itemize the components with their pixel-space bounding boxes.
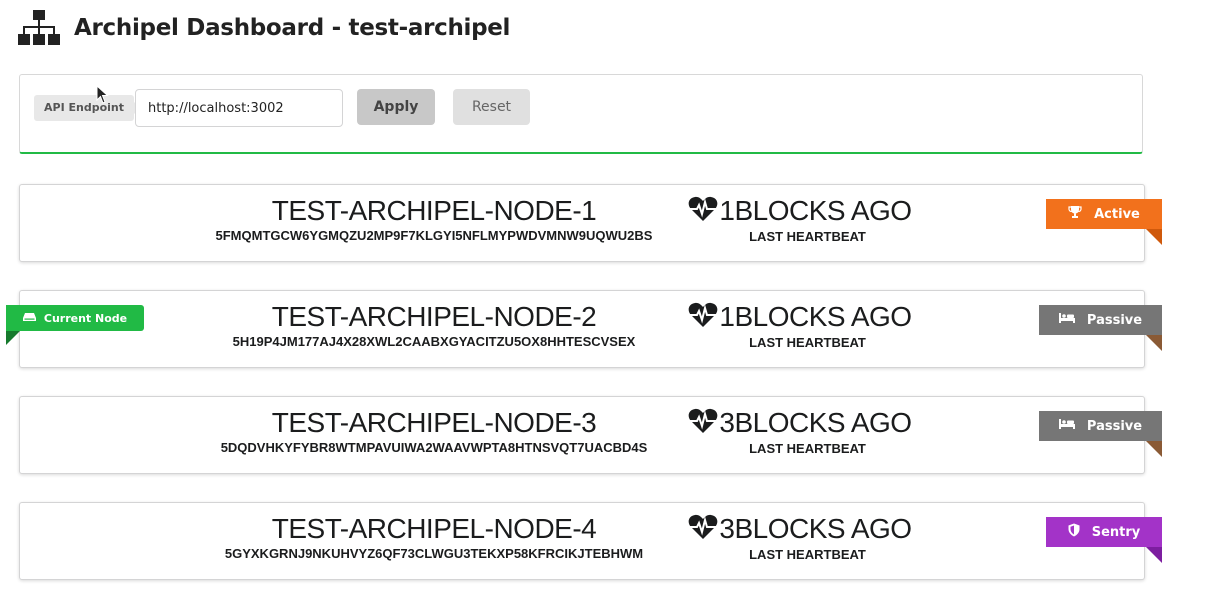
trophy-icon bbox=[1068, 205, 1082, 223]
node-key: 5DQDVHKYFYBR8WTMPAVUIWA2WAAVWPTA8HTNSVQT… bbox=[220, 440, 648, 455]
node-card: TEST-ARCHIPEL-NODE-1 5FMQMTGCW6YGMQZU2MP… bbox=[19, 184, 1162, 262]
heartbeat-icon bbox=[688, 196, 718, 226]
node-card: TEST-ARCHIPEL-NODE-4 5GYXKGRNJ9NKUHVYZ6Q… bbox=[19, 502, 1162, 580]
status-label: Passive bbox=[1086, 312, 1143, 328]
heartbeat: 1BLOCKS AGO bbox=[685, 195, 915, 227]
status-label: Active bbox=[1094, 206, 1140, 222]
heartbeat-value: 3BLOCKS AGO bbox=[719, 407, 912, 438]
reset-button[interactable]: Reset bbox=[453, 89, 530, 125]
heartbeat-label: LAST HEARTBEAT bbox=[749, 441, 866, 456]
status-badge: Passive bbox=[1039, 411, 1162, 457]
node-name: TEST-ARCHIPEL-NODE-1 bbox=[271, 195, 597, 226]
status-label: Passive bbox=[1086, 418, 1143, 434]
shield-icon bbox=[1068, 523, 1080, 541]
heartbeat: 1BLOCKS AGO bbox=[685, 301, 915, 333]
bed-icon bbox=[1058, 418, 1075, 434]
node-name: TEST-ARCHIPEL-NODE-2 bbox=[271, 301, 597, 332]
page-header: Archipel Dashboard - test-archipel bbox=[18, 8, 510, 48]
apply-button[interactable]: Apply bbox=[357, 89, 435, 125]
node-name: TEST-ARCHIPEL-NODE-4 bbox=[271, 513, 597, 544]
heartbeat: 3BLOCKS AGO bbox=[685, 407, 915, 439]
heartbeat: 3BLOCKS AGO bbox=[685, 513, 915, 545]
current-node-label: Current Node bbox=[43, 311, 128, 325]
status-badge: Active bbox=[1046, 199, 1162, 245]
node-name: TEST-ARCHIPEL-NODE-3 bbox=[271, 407, 597, 438]
heartbeat-label: LAST HEARTBEAT bbox=[749, 335, 866, 350]
api-endpoint-panel: API Endpoint Apply Reset bbox=[19, 74, 1143, 154]
api-endpoint-input[interactable] bbox=[135, 89, 343, 127]
status-badge: Sentry bbox=[1046, 517, 1162, 563]
node-card: TEST-ARCHIPEL-NODE-3 5DQDVHKYFYBR8WTMPAV… bbox=[19, 396, 1162, 474]
mouse-cursor-icon bbox=[96, 84, 110, 109]
bed-icon bbox=[1058, 312, 1075, 328]
heartbeat-value: 3BLOCKS AGO bbox=[719, 513, 912, 544]
heartbeat-icon bbox=[688, 408, 718, 438]
heartbeat-value: 1BLOCKS AGO bbox=[719, 301, 912, 332]
server-icon bbox=[22, 312, 36, 325]
heartbeat-value: 1BLOCKS AGO bbox=[719, 195, 912, 226]
current-node-badge: Current Node bbox=[6, 305, 144, 331]
heartbeat-icon bbox=[688, 302, 718, 332]
status-badge: Passive bbox=[1039, 305, 1162, 351]
node-key: 5FMQMTGCW6YGMQZU2MP9F7KLGYI5NFLMYPWDVMNW… bbox=[215, 228, 653, 243]
sitemap-icon bbox=[18, 8, 64, 48]
status-label: Sentry bbox=[1091, 524, 1141, 540]
api-endpoint-label: API Endpoint bbox=[34, 95, 141, 121]
node-key: 5GYXKGRNJ9NKUHVYZ6QF73CLWGU3TEKXP58KFRCI… bbox=[224, 546, 644, 561]
node-key: 5H19P4JM177AJ4X28XWL2CAABXGYACITZU5OX8HH… bbox=[232, 334, 636, 349]
heartbeat-label: LAST HEARTBEAT bbox=[749, 229, 866, 244]
page-title: Archipel Dashboard - test-archipel bbox=[74, 15, 511, 41]
node-card: TEST-ARCHIPEL-NODE-2 5H19P4JM177AJ4X28XW… bbox=[19, 290, 1162, 368]
heartbeat-icon bbox=[688, 514, 718, 544]
heartbeat-label: LAST HEARTBEAT bbox=[749, 547, 866, 562]
